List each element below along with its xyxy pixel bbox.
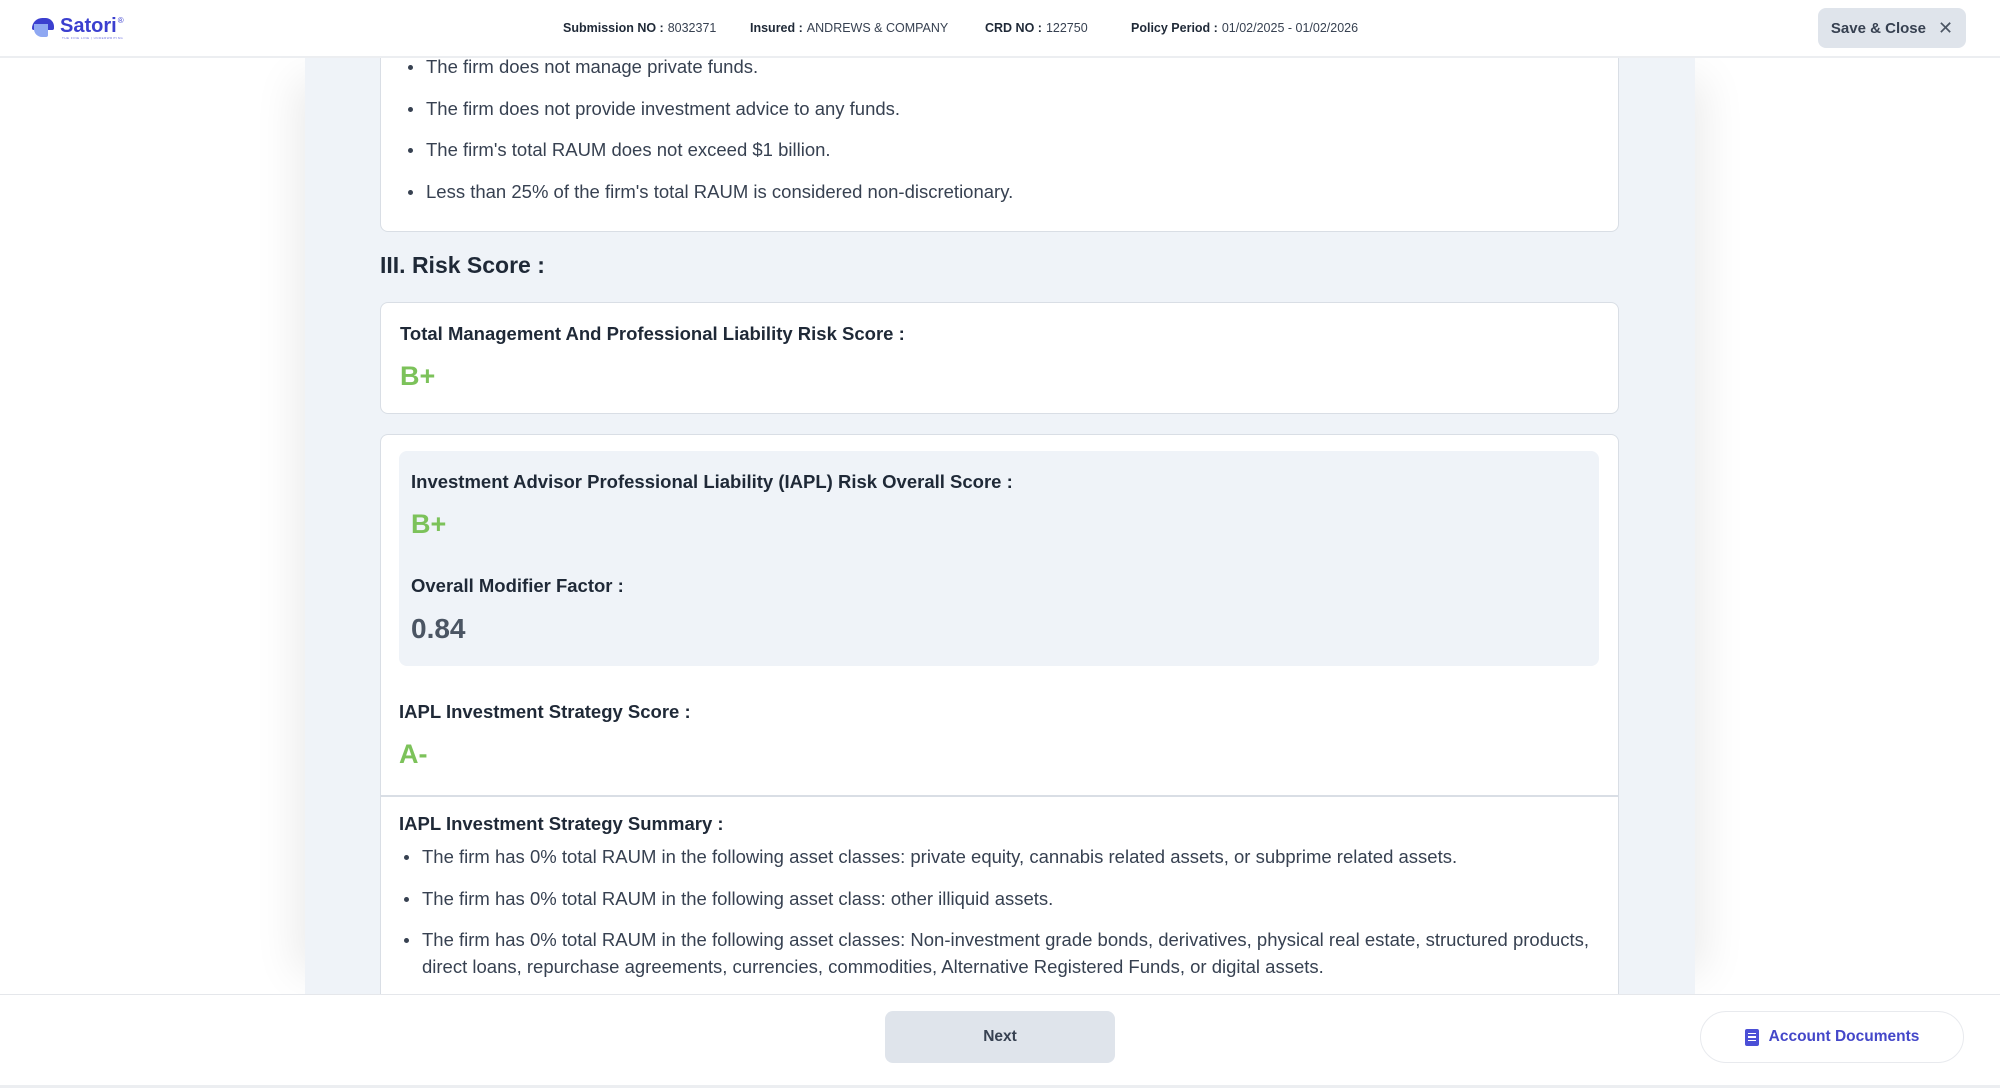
content-column[interactable]: The firm does not manage private funds. …	[305, 58, 1695, 994]
iapl-score-card: Investment Advisor Professional Liabilit…	[380, 434, 1619, 994]
eligibility-card: The firm does not manage private funds. …	[380, 58, 1619, 232]
top-header: Satori ® THE FINE LINE | UNDERWRITING Su…	[0, 0, 2000, 58]
submission-value: 8032371	[667, 21, 717, 35]
list-item: The firm has 0% total RAUM in the follow…	[399, 926, 1599, 980]
account-documents-button[interactable]: Account Documents	[1700, 1011, 1964, 1063]
list-item: The firm has 0% total RAUM in the follow…	[399, 843, 1599, 870]
strategy-score-label: IAPL Investment Strategy Score :	[399, 701, 691, 722]
section-title: III. Risk Score :	[380, 252, 545, 278]
list-item: The firm does not provide investment adv…	[403, 95, 1013, 122]
insured-label: Insured :	[750, 21, 803, 35]
total-score-label: Total Management And Professional Liabil…	[400, 323, 905, 344]
strategy-score-grade: A-	[399, 739, 428, 769]
list-item: The firm's total RAUM does not exceed $1…	[403, 136, 1013, 163]
insured-value: ANDREWS & COMPANY	[806, 21, 949, 35]
divider	[381, 795, 1618, 797]
satori-logo[interactable]: Satori ® THE FINE LINE | UNDERWRITING	[30, 14, 124, 40]
iapl-overall-panel: Investment Advisor Professional Liabilit…	[399, 451, 1599, 666]
save-close-button[interactable]: Save & Close ✕	[1818, 8, 1966, 48]
modifier-factor-value: 0.84	[411, 613, 466, 644]
strategy-summary-label: IAPL Investment Strategy Summary :	[399, 813, 724, 834]
iapl-overall-grade: B+	[411, 509, 447, 539]
strategy-summary-list: The firm has 0% total RAUM in the follow…	[399, 843, 1599, 994]
policy-period: Policy Period : 01/02/2025 - 01/02/2026	[1131, 0, 1358, 56]
policy-period-value: 01/02/2025 - 01/02/2026	[1221, 21, 1359, 35]
brand-tagline: THE FINE LINE | UNDERWRITING	[62, 36, 124, 40]
policy-period-label: Policy Period :	[1131, 21, 1218, 35]
list-item: The firm has 0% total RAUM in the follow…	[399, 885, 1599, 912]
crd-value: 122750	[1045, 21, 1088, 35]
registered-mark: ®	[117, 16, 124, 25]
satori-logo-icon	[30, 14, 56, 38]
insured-info: Insured : ANDREWS & COMPANY	[750, 0, 948, 56]
brand-name: Satori	[60, 15, 117, 37]
iapl-overall-label: Investment Advisor Professional Liabilit…	[411, 471, 1013, 492]
footer-bar: Next Account Documents	[0, 994, 2000, 1088]
crd-number: CRD NO : 122750	[985, 0, 1088, 56]
crd-label: CRD NO :	[985, 21, 1042, 35]
eligibility-list: The firm does not manage private funds. …	[403, 58, 1013, 219]
submission-label: Submission NO :	[563, 21, 664, 35]
total-score-grade: B+	[400, 361, 436, 391]
document-icon	[1744, 1028, 1759, 1046]
total-score-card: Total Management And Professional Liabil…	[380, 302, 1619, 414]
modifier-factor-label: Overall Modifier Factor :	[411, 575, 624, 596]
save-close-label: Save & Close	[1830, 19, 1926, 37]
list-item: The firm does not manage private funds.	[403, 58, 1013, 80]
list-item: Less than 25% of the firm's total RAUM i…	[403, 178, 1013, 205]
submission-number: Submission NO : 8032371	[563, 0, 716, 56]
close-icon: ✕	[1937, 17, 1954, 38]
account-documents-label: Account Documents	[1768, 1028, 1920, 1045]
next-button[interactable]: Next	[885, 1011, 1115, 1063]
